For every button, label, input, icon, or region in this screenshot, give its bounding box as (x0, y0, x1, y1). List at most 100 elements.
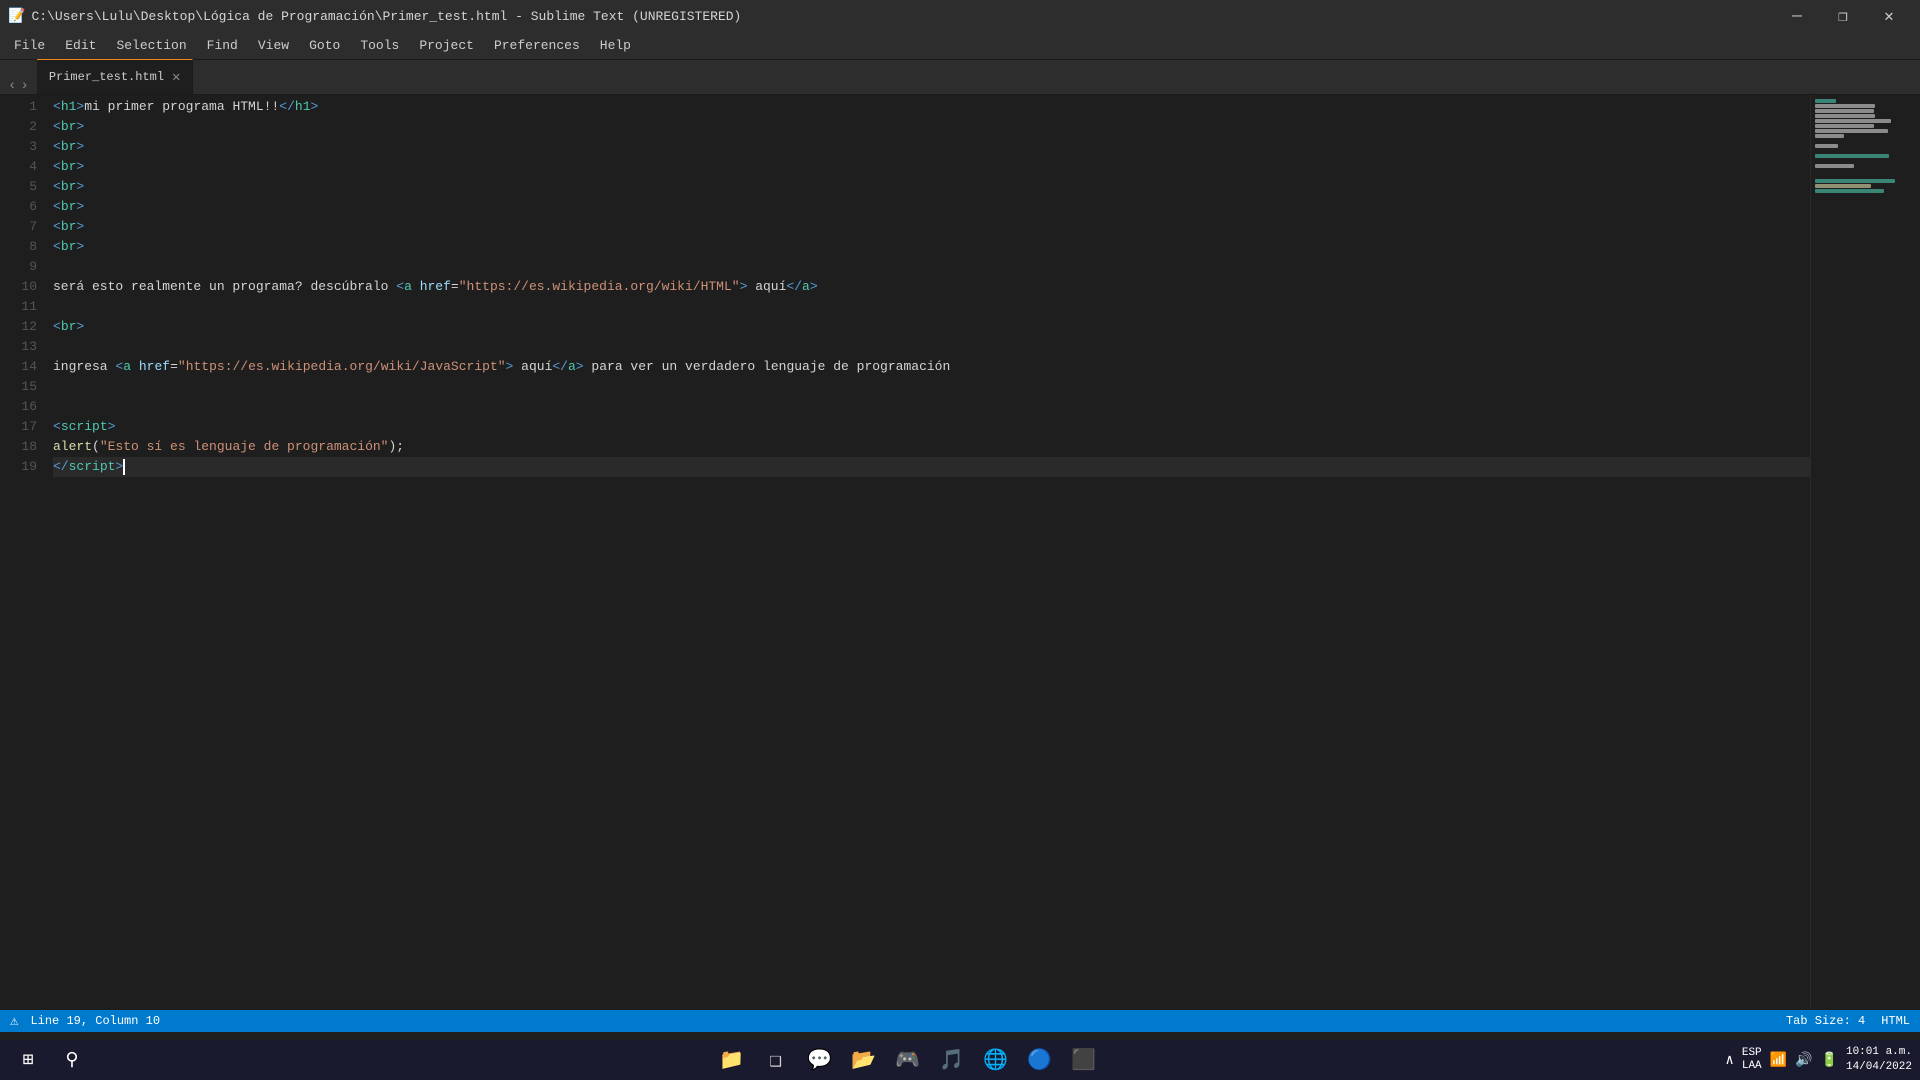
line-number-16: 16 (0, 397, 37, 417)
code-line-9 (53, 257, 1810, 277)
titlebar: 📝 C:\Users\Lulu\Desktop\Lógica de Progra… (0, 0, 1920, 32)
network-icon[interactable]: 📶 (1768, 1052, 1789, 1069)
taskbar-left[interactable]: ⊞ ⚲ (8, 1040, 92, 1080)
line-number-7: 7 (0, 217, 37, 237)
code-area[interactable]: <h1>mi primer programa HTML!!</h1><br><b… (45, 95, 1810, 1010)
taskbar-right: ∧ ESP LAA 📶 🔊 🔋 10:01 a.m. 14/04/2022 (1723, 1045, 1912, 1076)
tab-label: Primer_test.html (49, 70, 164, 84)
taskbar-app-task-view[interactable]: ❑ (756, 1040, 796, 1080)
code-line-8: <br> (53, 237, 1810, 257)
code-line-18: alert("Esto sí es lenguaje de programaci… (53, 437, 1810, 457)
minimap-content (1811, 95, 1920, 198)
code-line-16 (53, 397, 1810, 417)
tray-chevron[interactable]: ∧ (1723, 1052, 1735, 1069)
menu-item-tools[interactable]: Tools (350, 32, 409, 60)
search-icon: ⚲ (65, 1049, 78, 1071)
code-line-10: será esto realmente un programa? descúbr… (53, 277, 1810, 297)
close-button[interactable]: ✕ (1866, 0, 1912, 32)
start-icon: ⊞ (23, 1049, 34, 1071)
nav-arrows[interactable]: ‹ › (0, 78, 37, 94)
code-line-5: <br> (53, 177, 1810, 197)
system-tray[interactable]: ∧ ESP LAA 📶 🔊 🔋 (1723, 1047, 1840, 1073)
menu-item-view[interactable]: View (248, 32, 299, 60)
menu-item-find[interactable]: Find (197, 32, 248, 60)
line-number-3: 3 (0, 137, 37, 157)
taskbar-app-teams[interactable]: 💬 (800, 1040, 840, 1080)
time-display: 10:01 a.m. (1846, 1045, 1912, 1060)
minimap-line-12 (1815, 154, 1889, 158)
code-line-13 (53, 337, 1810, 357)
code-line-6: <br> (53, 197, 1810, 217)
tabbar: ‹ › Primer_test.html ✕ (0, 60, 1920, 95)
line-numbers: 12345678910111213141516171819 (0, 95, 45, 1010)
minimap-line-4 (1815, 114, 1875, 118)
code-line-7: <br> (53, 217, 1810, 237)
window-controls[interactable]: — ❐ ✕ (1774, 0, 1912, 32)
taskbar-app-spotify[interactable]: 🎵 (932, 1040, 972, 1080)
titlebar-left: 📝 C:\Users\Lulu\Desktop\Lógica de Progra… (8, 8, 741, 25)
line-number-19: 19 (0, 457, 37, 477)
menu-item-selection[interactable]: Selection (106, 32, 196, 60)
tab-primer-test[interactable]: Primer_test.html ✕ (37, 59, 194, 94)
line-number-4: 4 (0, 157, 37, 177)
menu-item-preferences[interactable]: Preferences (484, 32, 590, 60)
line-number-9: 9 (0, 257, 37, 277)
taskbar-app-file-explorer[interactable]: 📁 (712, 1040, 752, 1080)
line-number-13: 13 (0, 337, 37, 357)
menu-item-edit[interactable]: Edit (55, 32, 106, 60)
language[interactable]: HTML (1881, 1014, 1910, 1028)
line-number-6: 6 (0, 197, 37, 217)
sound-icon[interactable]: 🔊 (1793, 1052, 1814, 1069)
language-indicator[interactable]: ESP LAA (1740, 1047, 1764, 1073)
tab-close-button[interactable]: ✕ (172, 69, 180, 86)
minimap-line-14 (1815, 164, 1854, 168)
code-line-12: <br> (53, 317, 1810, 337)
code-line-4: <br> (53, 157, 1810, 177)
taskbar-app-explorer2[interactable]: 📂 (844, 1040, 884, 1080)
line-number-15: 15 (0, 377, 37, 397)
taskbar-center[interactable]: 📁❑💬📂🎮🎵🌐🔵⬛ (712, 1040, 1104, 1080)
taskbar-app-edge[interactable]: 🌐 (976, 1040, 1016, 1080)
taskbar-app-app3[interactable]: 🎮 (888, 1040, 928, 1080)
menu-item-help[interactable]: Help (590, 32, 641, 60)
menu-item-goto[interactable]: Goto (299, 32, 350, 60)
taskbar-app-sublime[interactable]: ⬛ (1064, 1040, 1104, 1080)
taskbar-app-chrome[interactable]: 🔵 (1020, 1040, 1060, 1080)
line-number-11: 11 (0, 297, 37, 317)
line-number-5: 5 (0, 177, 37, 197)
line-number-8: 8 (0, 237, 37, 257)
search-button[interactable]: ⚲ (52, 1040, 92, 1080)
battery-icon[interactable]: 🔋 (1819, 1052, 1840, 1069)
nav-forward[interactable]: › (18, 78, 30, 94)
minimap-line-5 (1815, 119, 1891, 123)
code-line-14: ingresa <a href="https://es.wikipedia.or… (53, 357, 1810, 377)
line-number-18: 18 (0, 437, 37, 457)
minimize-button[interactable]: — (1774, 0, 1820, 32)
line-number-14: 14 (0, 357, 37, 377)
line-number-2: 2 (0, 117, 37, 137)
statusbar-left: ⚠ Line 19, Column 10 (10, 1013, 160, 1030)
start-button[interactable]: ⊞ (8, 1040, 48, 1080)
line-number-1: 1 (0, 97, 37, 117)
code-line-11 (53, 297, 1810, 317)
minimap-line-7 (1815, 129, 1888, 133)
statusbar: ⚠ Line 19, Column 10 Tab Size: 4 HTML (0, 1010, 1920, 1032)
nav-back[interactable]: ‹ (6, 78, 18, 94)
minimap-line-18 (1815, 184, 1871, 188)
clock[interactable]: 10:01 a.m. 14/04/2022 (1846, 1045, 1912, 1076)
app-icon: 📝 (8, 8, 25, 25)
line-col: Line 19, Column 10 (30, 1014, 160, 1028)
minimap-line-3 (1815, 109, 1874, 113)
restore-button[interactable]: ❐ (1820, 0, 1866, 32)
statusbar-right: Tab Size: 4 HTML (1786, 1014, 1910, 1028)
menu-item-file[interactable]: File (4, 32, 55, 60)
menu-item-project[interactable]: Project (409, 32, 484, 60)
code-line-3: <br> (53, 137, 1810, 157)
tab-size[interactable]: Tab Size: 4 (1786, 1014, 1865, 1028)
minimap[interactable] (1810, 95, 1920, 1010)
minimap-line-6 (1815, 124, 1874, 128)
minimap-line-10 (1815, 144, 1838, 148)
editor: 12345678910111213141516171819 <h1>mi pri… (0, 95, 1920, 1010)
line-number-10: 10 (0, 277, 37, 297)
minimap-line-19 (1815, 189, 1884, 193)
